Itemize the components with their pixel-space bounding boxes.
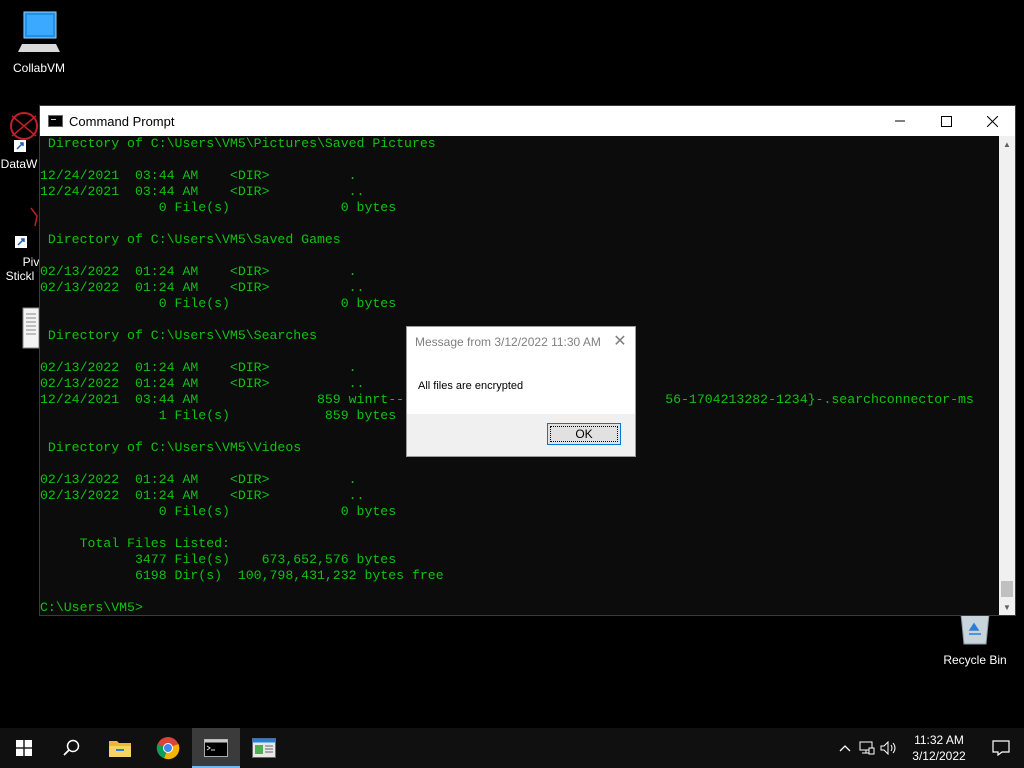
console-line: 0 File(s) 0 bytes <box>40 504 397 519</box>
close-button[interactable] <box>969 106 1015 136</box>
desktop-icon-label: CollabVM <box>12 61 66 75</box>
console-line: Directory of C:\Users\VM5\Saved Games <box>40 232 341 247</box>
taskbar-app[interactable] <box>240 728 288 768</box>
maximize-icon <box>940 115 952 127</box>
desktop-icon-pivot[interactable]: Piv Stickl <box>0 206 40 283</box>
scroll-thumb[interactable] <box>1001 581 1013 597</box>
app-shortcut-icon <box>15 207 38 248</box>
search-button[interactable] <box>48 728 96 768</box>
desktop-icon-document[interactable] <box>20 306 40 353</box>
ok-button[interactable]: OK <box>547 423 621 445</box>
chrome-icon <box>156 737 180 760</box>
taskbar-chrome[interactable] <box>144 728 192 768</box>
volume-icon[interactable] <box>878 728 900 768</box>
folder-icon <box>109 741 131 757</box>
console-line: C:\Users\VM5> <box>40 600 143 615</box>
document-icon <box>22 307 40 349</box>
app-shortcut-icon <box>10 112 38 152</box>
window-app-icon <box>252 738 276 758</box>
taskbar-clock[interactable]: 11:32 AM 3/12/2022 <box>900 732 978 764</box>
console-line: 12/24/2021 03:44 AM <DIR> .. <box>40 184 365 199</box>
desktop-icon-dataw[interactable]: DataW <box>0 110 38 171</box>
console-line: 02/13/2022 01:24 AM <DIR> . <box>40 264 357 279</box>
taskbar: 11:32 AM 3/12/2022 <box>0 728 1024 768</box>
desktop-icon-label: Piv <box>22 255 40 269</box>
clock-date: 3/12/2022 <box>912 749 966 763</box>
recycle-bin-icon <box>960 613 990 645</box>
console-line: 02/13/2022 01:24 AM <DIR> . <box>40 472 357 487</box>
taskbar-command-prompt[interactable] <box>192 728 240 768</box>
desktop-icon-recycle-bin[interactable]: Recycle Bin <box>940 612 1010 667</box>
dialog-title: Message from 3/12/2022 11:30 AM <box>415 335 601 349</box>
cmd-icon <box>204 739 228 757</box>
cmd-icon <box>48 115 63 127</box>
console-line: 02/13/2022 01:24 AM <DIR> .. <box>40 280 365 295</box>
dialog-footer: OK <box>407 414 635 456</box>
console-line: 6198 Dir(s) 100,798,431,232 bytes free <box>40 568 444 583</box>
system-tray: 11:32 AM 3/12/2022 <box>834 728 1024 768</box>
desktop-icon-label: Recycle Bin <box>943 653 1007 667</box>
window-title: Command Prompt <box>69 113 175 129</box>
taskbar-file-explorer[interactable] <box>96 728 144 768</box>
desktop-icon-collabvm[interactable]: CollabVM <box>8 10 70 75</box>
dialog-close-icon[interactable]: ✕ <box>611 331 629 351</box>
message-dialog[interactable]: Message from 3/12/2022 11:30 AM ✕ All fi… <box>406 326 636 457</box>
start-button[interactable] <box>0 728 48 768</box>
desktop-icon-label: DataW <box>0 157 38 171</box>
console-line: 0 File(s) 0 bytes <box>40 200 397 215</box>
console-line: Total Files Listed: <box>40 536 230 551</box>
console-line: 3477 File(s) 673,652,576 bytes <box>40 552 397 567</box>
close-icon <box>986 115 998 127</box>
chevron-up-icon[interactable] <box>834 728 856 768</box>
clock-time: 11:32 AM <box>914 733 964 747</box>
console-line: 02/13/2022 01:24 AM <DIR> .. <box>40 488 365 503</box>
console-line: 12/24/2021 03:44 AM <DIR> . <box>40 168 357 183</box>
maximize-button[interactable] <box>923 106 969 136</box>
notification-icon <box>992 740 1010 756</box>
search-icon <box>63 739 80 756</box>
network-icon[interactable] <box>856 728 878 768</box>
minimize-icon <box>895 120 905 122</box>
scroll-up-icon[interactable]: ▲ <box>999 136 1015 152</box>
window-titlebar[interactable]: Command Prompt <box>40 106 1015 136</box>
minimize-button[interactable] <box>877 106 923 136</box>
console-line: 0 File(s) 0 bytes <box>40 296 397 311</box>
scroll-down-icon[interactable]: ▼ <box>999 599 1015 615</box>
vertical-scrollbar[interactable]: ▲ ▼ <box>999 136 1015 615</box>
desktop-icon-label: Stickl <box>5 269 35 283</box>
windows-logo-icon <box>16 740 32 756</box>
action-center-button[interactable] <box>978 740 1024 756</box>
dialog-message: All files are encrypted <box>418 380 524 392</box>
console-line: Directory of C:\Users\VM5\Pictures\Saved… <box>40 136 436 151</box>
computer-icon <box>18 11 60 52</box>
